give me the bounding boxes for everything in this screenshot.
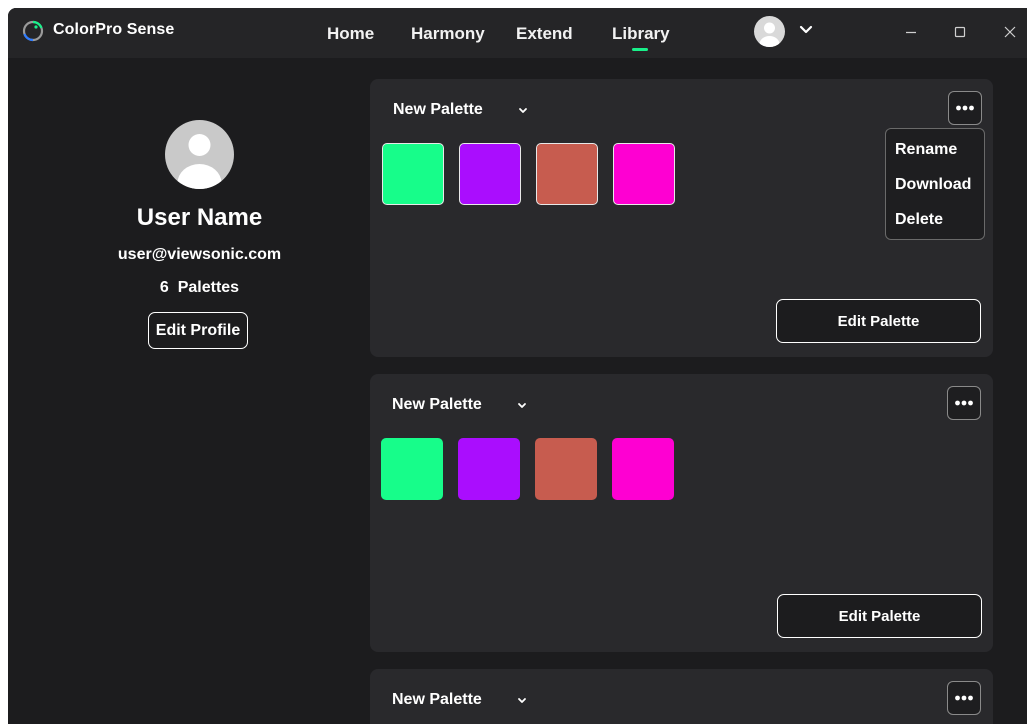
palette-card: New Palette bbox=[370, 669, 993, 724]
app-logo-icon bbox=[22, 20, 44, 42]
menu-item-rename[interactable]: Rename bbox=[895, 141, 957, 159]
palette-count-number: 6 bbox=[159, 279, 169, 296]
menu-item-delete[interactable]: Delete bbox=[895, 211, 943, 229]
more-options-button[interactable] bbox=[947, 386, 981, 420]
title-bar: ColorPro Sense Home Harmony Extend Libra… bbox=[8, 8, 1027, 58]
close-icon[interactable] bbox=[998, 20, 1022, 44]
palette-count: 6 Palettes bbox=[8, 279, 391, 297]
user-avatar-button[interactable] bbox=[754, 16, 785, 47]
edit-palette-button[interactable]: Edit Palette bbox=[776, 299, 981, 343]
minimize-icon[interactable] bbox=[899, 20, 923, 44]
palette-name[interactable]: New Palette bbox=[393, 101, 483, 119]
app-title: ColorPro Sense bbox=[53, 21, 175, 38]
color-swatch[interactable] bbox=[459, 143, 521, 205]
active-tab-indicator bbox=[632, 48, 648, 51]
edit-profile-button[interactable]: Edit Profile bbox=[148, 312, 248, 349]
app-window: ColorPro Sense Home Harmony Extend Libra… bbox=[8, 8, 1027, 724]
profile-email: user@viewsonic.com bbox=[117, 246, 282, 263]
profile-name: User Name bbox=[136, 204, 263, 231]
color-swatch[interactable] bbox=[612, 438, 674, 500]
chevron-down-icon[interactable] bbox=[515, 693, 529, 707]
color-swatch[interactable] bbox=[536, 143, 598, 205]
color-swatch[interactable] bbox=[381, 438, 443, 500]
nav-home[interactable]: Home bbox=[327, 24, 374, 44]
profile-avatar bbox=[165, 120, 234, 189]
chevron-down-icon[interactable] bbox=[515, 398, 529, 412]
more-horizontal-icon bbox=[955, 400, 973, 406]
more-horizontal-icon bbox=[956, 105, 974, 111]
nav-library[interactable]: Library bbox=[612, 24, 670, 44]
more-options-button[interactable] bbox=[948, 91, 982, 125]
user-avatar-icon bbox=[177, 134, 222, 189]
menu-item-download[interactable]: Download bbox=[895, 176, 971, 194]
palette-options-menu: Rename Download Delete bbox=[885, 128, 985, 240]
palette-name[interactable]: New Palette bbox=[392, 396, 482, 414]
maximize-icon[interactable] bbox=[948, 20, 972, 44]
more-options-button[interactable] bbox=[947, 681, 981, 715]
user-avatar-icon bbox=[759, 22, 780, 47]
palette-card: New Palette Edit Palette bbox=[370, 374, 993, 652]
palette-name[interactable]: New Palette bbox=[392, 691, 482, 709]
color-swatch[interactable] bbox=[382, 143, 444, 205]
chevron-down-icon[interactable] bbox=[516, 103, 530, 117]
nav-extend[interactable]: Extend bbox=[516, 24, 573, 44]
nav-harmony[interactable]: Harmony bbox=[411, 24, 485, 44]
color-swatch[interactable] bbox=[613, 143, 675, 205]
color-swatch[interactable] bbox=[458, 438, 520, 500]
edit-palette-button[interactable]: Edit Palette bbox=[777, 594, 982, 638]
account-chevron-down-icon[interactable] bbox=[798, 22, 814, 38]
palette-count-label: Palettes bbox=[177, 279, 240, 296]
color-swatch[interactable] bbox=[535, 438, 597, 500]
more-horizontal-icon bbox=[955, 695, 973, 701]
